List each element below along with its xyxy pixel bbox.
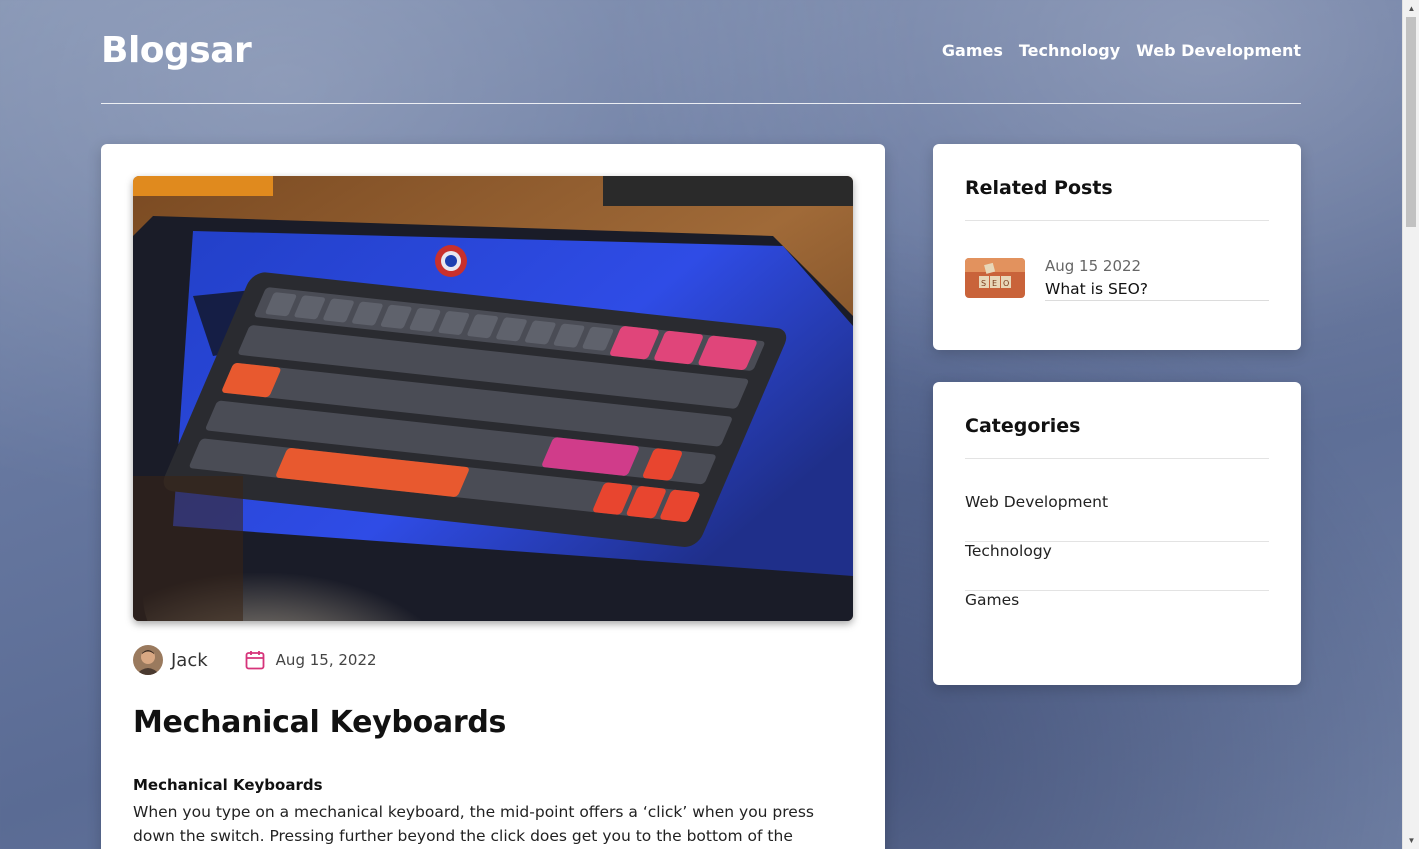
main-nav: Games Technology Web Development xyxy=(942,41,1301,60)
post-card: Jack Aug 15, 2022 Mechanical Keyboards M… xyxy=(101,144,885,849)
post-body-line: down the switch. Pressing further beyond… xyxy=(133,827,793,845)
post-body: When you type on a mechanical keyboard, … xyxy=(133,800,853,848)
divider xyxy=(1045,300,1269,301)
related-post-thumbnail[interactable]: S E O xyxy=(965,258,1025,298)
page-scrollbar[interactable]: ▲ ▼ xyxy=(1402,0,1419,849)
author-name[interactable]: Jack xyxy=(171,650,208,671)
calendar-icon xyxy=(244,649,266,671)
nav-link-games[interactable]: Games xyxy=(942,41,1003,60)
post-featured-image xyxy=(133,176,853,621)
scroll-up-arrow-icon[interactable]: ▲ xyxy=(1403,0,1419,17)
related-post-title[interactable]: What is SEO? xyxy=(1045,280,1148,298)
post-title: Mechanical Keyboards xyxy=(133,705,507,740)
divider xyxy=(965,458,1269,459)
scroll-thumb[interactable] xyxy=(1406,17,1416,227)
author-avatar xyxy=(133,645,163,675)
site-logo[interactable]: Blogsar xyxy=(101,30,252,71)
category-label[interactable]: Games xyxy=(965,591,1019,609)
categories-title: Categories xyxy=(965,415,1081,437)
categories-card: Categories Web Development Technology Ga… xyxy=(933,382,1301,685)
site-header: Blogsar Games Technology Web Development xyxy=(101,0,1301,104)
category-label[interactable]: Web Development xyxy=(965,493,1108,511)
post-meta: Jack Aug 15, 2022 xyxy=(133,644,377,676)
category-games[interactable]: Games xyxy=(965,591,1269,640)
related-posts-title: Related Posts xyxy=(965,177,1113,199)
related-posts-card: Related Posts S E O Aug 15 2022 What is … xyxy=(933,144,1301,350)
category-web-development[interactable]: Web Development xyxy=(965,493,1269,542)
related-post-item[interactable]: S E O Aug 15 2022 What is SEO? xyxy=(965,257,1269,301)
post-subheading: Mechanical Keyboards xyxy=(133,776,323,794)
category-technology[interactable]: Technology xyxy=(965,542,1269,591)
svg-text:O: O xyxy=(1003,279,1009,288)
divider xyxy=(965,220,1269,221)
related-post-date: Aug 15 2022 xyxy=(1045,257,1142,275)
nav-link-technology[interactable]: Technology xyxy=(1019,41,1120,60)
svg-text:E: E xyxy=(992,279,997,288)
nav-link-web-development[interactable]: Web Development xyxy=(1136,41,1301,60)
category-label[interactable]: Technology xyxy=(965,542,1052,560)
scroll-down-arrow-icon[interactable]: ▼ xyxy=(1403,832,1419,849)
svg-text:S: S xyxy=(981,279,986,288)
post-body-line: When you type on a mechanical keyboard, … xyxy=(133,803,814,821)
post-date: Aug 15, 2022 xyxy=(275,651,377,669)
